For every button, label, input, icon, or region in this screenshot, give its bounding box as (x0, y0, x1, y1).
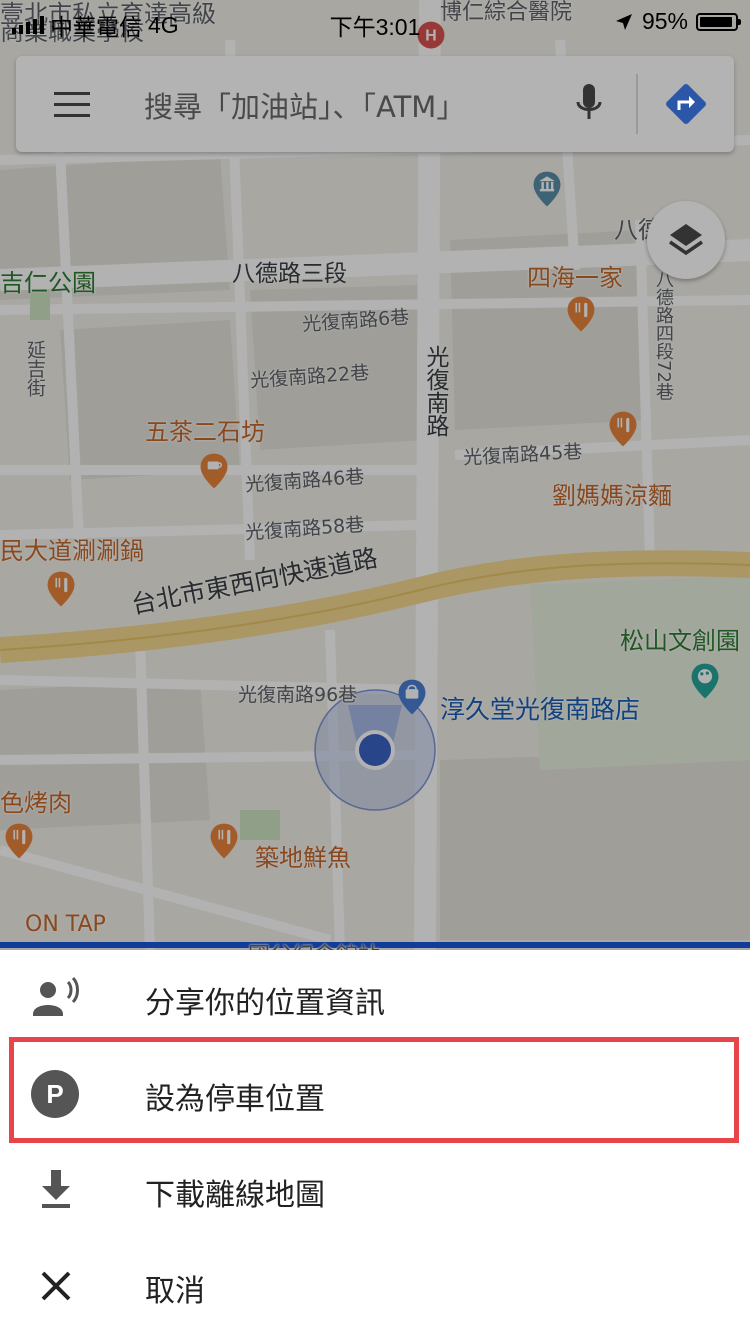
share-location-item[interactable]: 分享你的位置資訊 (0, 950, 750, 1046)
download-offline-map-label: 下載離線地圖 (145, 1178, 325, 1213)
battery-icon (696, 12, 741, 31)
microphone-icon[interactable] (574, 82, 604, 124)
share-location-label: 分享你的位置資訊 (145, 986, 385, 1021)
svg-text:P: P (46, 1079, 63, 1109)
search-bar[interactable]: 搜尋「加油站」、「ATM」 (16, 56, 734, 152)
close-icon (41, 1271, 71, 1301)
battery-level-fill (700, 16, 732, 27)
status-bar: 中華電信 4G 下午3:01 95% (0, 0, 750, 40)
cancel-label: 取消 (145, 1274, 205, 1309)
set-parking-location-label: 設為停車位置 (145, 1082, 325, 1117)
parking-icon: P (31, 1070, 79, 1118)
layers-button[interactable] (647, 201, 725, 279)
status-right: 95% (614, 8, 741, 35)
set-parking-location-item[interactable]: P 設為停車位置 (0, 1046, 750, 1142)
layers-icon (669, 224, 703, 256)
share-location-icon (33, 976, 79, 1016)
cancel-item[interactable]: 取消 (0, 1238, 750, 1334)
location-arrow-icon (615, 13, 632, 30)
search-divider (636, 74, 638, 134)
directions-icon[interactable] (664, 82, 708, 126)
download-offline-map-item[interactable]: 下載離線地圖 (0, 1142, 750, 1238)
action-sheet: 分享你的位置資訊 P 設為停車位置 下載離線地圖 取消 (0, 950, 750, 1334)
download-icon (42, 1170, 70, 1208)
menu-icon[interactable] (54, 92, 90, 118)
battery-percent: 95% (641, 8, 688, 34)
search-input[interactable]: 搜尋「加油站」、「ATM」 (144, 84, 534, 126)
